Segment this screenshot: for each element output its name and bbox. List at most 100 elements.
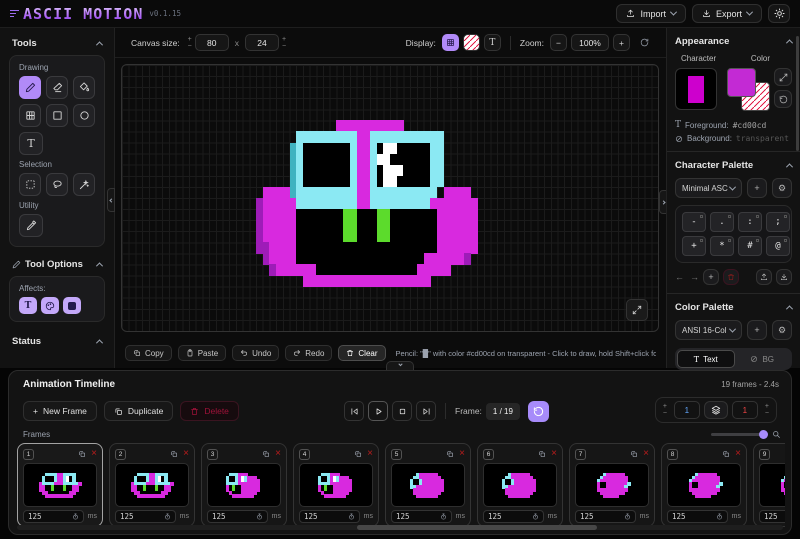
frame-card[interactable]: 4×125ms [293,443,379,527]
frame-thumbnail[interactable] [23,463,97,507]
zoom-in-button[interactable]: + [613,34,630,51]
frame-thumbnail[interactable] [759,463,785,507]
palette-character-cell[interactable]: @ [766,236,790,256]
duplicate-frame-icon[interactable] [262,450,270,458]
canvas-fullscreen-button[interactable] [626,299,648,321]
palette-prev-button[interactable]: ← [675,272,684,282]
palette-add-char-button[interactable]: + [703,269,719,285]
onion-next-input[interactable]: 1 [732,401,758,419]
onion-next-stepper[interactable]: + − [762,404,772,416]
frame-duration-input[interactable]: 125 [391,510,452,523]
palette-character-cell[interactable]: # [738,236,762,256]
delete-frame-icon[interactable]: × [643,450,649,458]
collapse-left-panel-handle[interactable] [107,188,115,212]
duplicate-frame-icon[interactable] [630,450,638,458]
palette-next-button[interactable]: → [690,272,699,282]
frame-card[interactable]: 5×125ms [385,443,471,527]
zoom-out-button[interactable]: − [550,34,567,51]
duplicate-frame-icon[interactable] [78,450,86,458]
character-palette-select[interactable]: Minimal ASC [675,178,742,198]
character-preview[interactable] [675,68,717,110]
color-palette-select[interactable]: ANSI 16-Col [675,320,742,340]
redo-button[interactable]: Redo [285,345,332,361]
last-frame-button[interactable] [416,401,436,421]
frame-card[interactable]: 6×125ms [477,443,563,527]
duplicate-frame-icon[interactable] [446,450,454,458]
add-color-palette-button[interactable]: + [747,320,767,340]
display-transparency-toggle[interactable] [463,34,480,51]
duplicate-frame-button[interactable]: Duplicate [104,401,173,421]
frame-thumbnail[interactable] [575,463,649,507]
copy-button[interactable]: Copy [125,345,172,361]
frame-duration-input[interactable]: 125 [575,510,636,523]
timeline-scrollbar[interactable] [17,525,783,530]
eyedropper-tool-button[interactable] [19,214,43,237]
affects-character-toggle[interactable]: T [19,297,37,314]
canvas-height-input[interactable]: 24 [245,34,279,51]
appearance-section-header[interactable]: Appearance [675,36,792,47]
tool-options-section-header[interactable]: Tool Options [0,247,114,276]
frame-duration-input[interactable]: 125 [23,510,84,523]
timeline-scrollbar-thumb[interactable] [357,525,597,530]
display-grid-toggle[interactable] [442,34,459,51]
fill-bucket-tool-button[interactable] [73,76,95,99]
palette-character-cell[interactable]: * [710,236,734,256]
canvas-width-stepper[interactable]: + − [185,37,195,49]
affects-background-toggle[interactable] [63,297,81,314]
pencil-tool-button[interactable] [19,76,41,99]
frame-thumbnail[interactable] [391,463,465,507]
play-button[interactable] [368,401,388,421]
reset-colors-button[interactable] [774,90,792,108]
status-section-header[interactable]: Status [0,322,114,353]
frame-duration-input[interactable]: 125 [115,510,176,523]
frame-thumbnail[interactable] [115,463,189,507]
canvas-width-input[interactable]: 80 [195,34,229,51]
clear-button[interactable]: Clear [338,345,385,361]
frame-thumbnail[interactable] [299,463,373,507]
delete-frame-icon[interactable]: × [735,450,741,458]
palette-export-button[interactable] [756,269,772,285]
frame-card[interactable]: 8×125ms [661,443,747,527]
character-palette-section-header[interactable]: Character Palette [675,160,792,171]
collapse-timeline-handle[interactable] [386,361,414,370]
palette-character-cell[interactable]: : [738,212,762,232]
theme-toggle-button[interactable] [768,4,790,23]
palette-character-cell[interactable]: ; [766,212,790,232]
duplicate-frame-icon[interactable] [722,450,730,458]
palette-character-cell[interactable]: - [682,212,706,232]
onion-prev-stepper[interactable]: + − [660,404,670,416]
tab-text-color[interactable]: T Text [677,350,735,368]
stop-button[interactable] [392,401,412,421]
duplicate-frame-icon[interactable] [538,450,546,458]
import-button[interactable]: Import [616,4,686,23]
swap-colors-button[interactable] [774,68,792,86]
delete-frame-icon[interactable]: × [459,450,465,458]
delete-frame-button[interactable]: Delete [180,401,239,421]
palette-character-cell[interactable]: + [682,236,706,256]
add-character-palette-button[interactable]: + [747,178,767,198]
frame-card[interactable]: 3×125ms [201,443,287,527]
frame-card[interactable]: 2×125ms [109,443,195,527]
slider-handle[interactable] [759,430,768,439]
frame-thumbnail[interactable] [207,463,281,507]
rect-select-tool-button[interactable] [19,173,41,196]
undo-button[interactable]: Undo [232,345,279,361]
frame-card[interactable]: 1×125ms [17,443,103,527]
frame-duration-input[interactable]: 125 [667,510,728,523]
rectangle-tool-button[interactable] [46,104,68,127]
character-palette-settings-button[interactable]: ⚙ [772,178,792,198]
loop-toggle-button[interactable] [528,401,549,422]
palette-character-cell[interactable]: . [710,212,734,232]
frame-size-slider[interactable] [711,433,767,436]
foreground-color-swatch[interactable] [727,68,756,97]
eraser-tool-button[interactable] [46,76,68,99]
onion-skin-toggle[interactable] [704,401,728,419]
duplicate-frame-icon[interactable] [354,450,362,458]
color-palette-settings-button[interactable]: ⚙ [772,320,792,340]
onion-prev-input[interactable]: 1 [674,401,700,419]
palette-delete-char-button[interactable] [723,269,739,285]
frame-card[interactable]: 7×125ms [569,443,655,527]
frame-thumbnail[interactable] [667,463,741,507]
paste-button[interactable]: Paste [178,345,226,361]
delete-frame-icon[interactable]: × [275,450,281,458]
